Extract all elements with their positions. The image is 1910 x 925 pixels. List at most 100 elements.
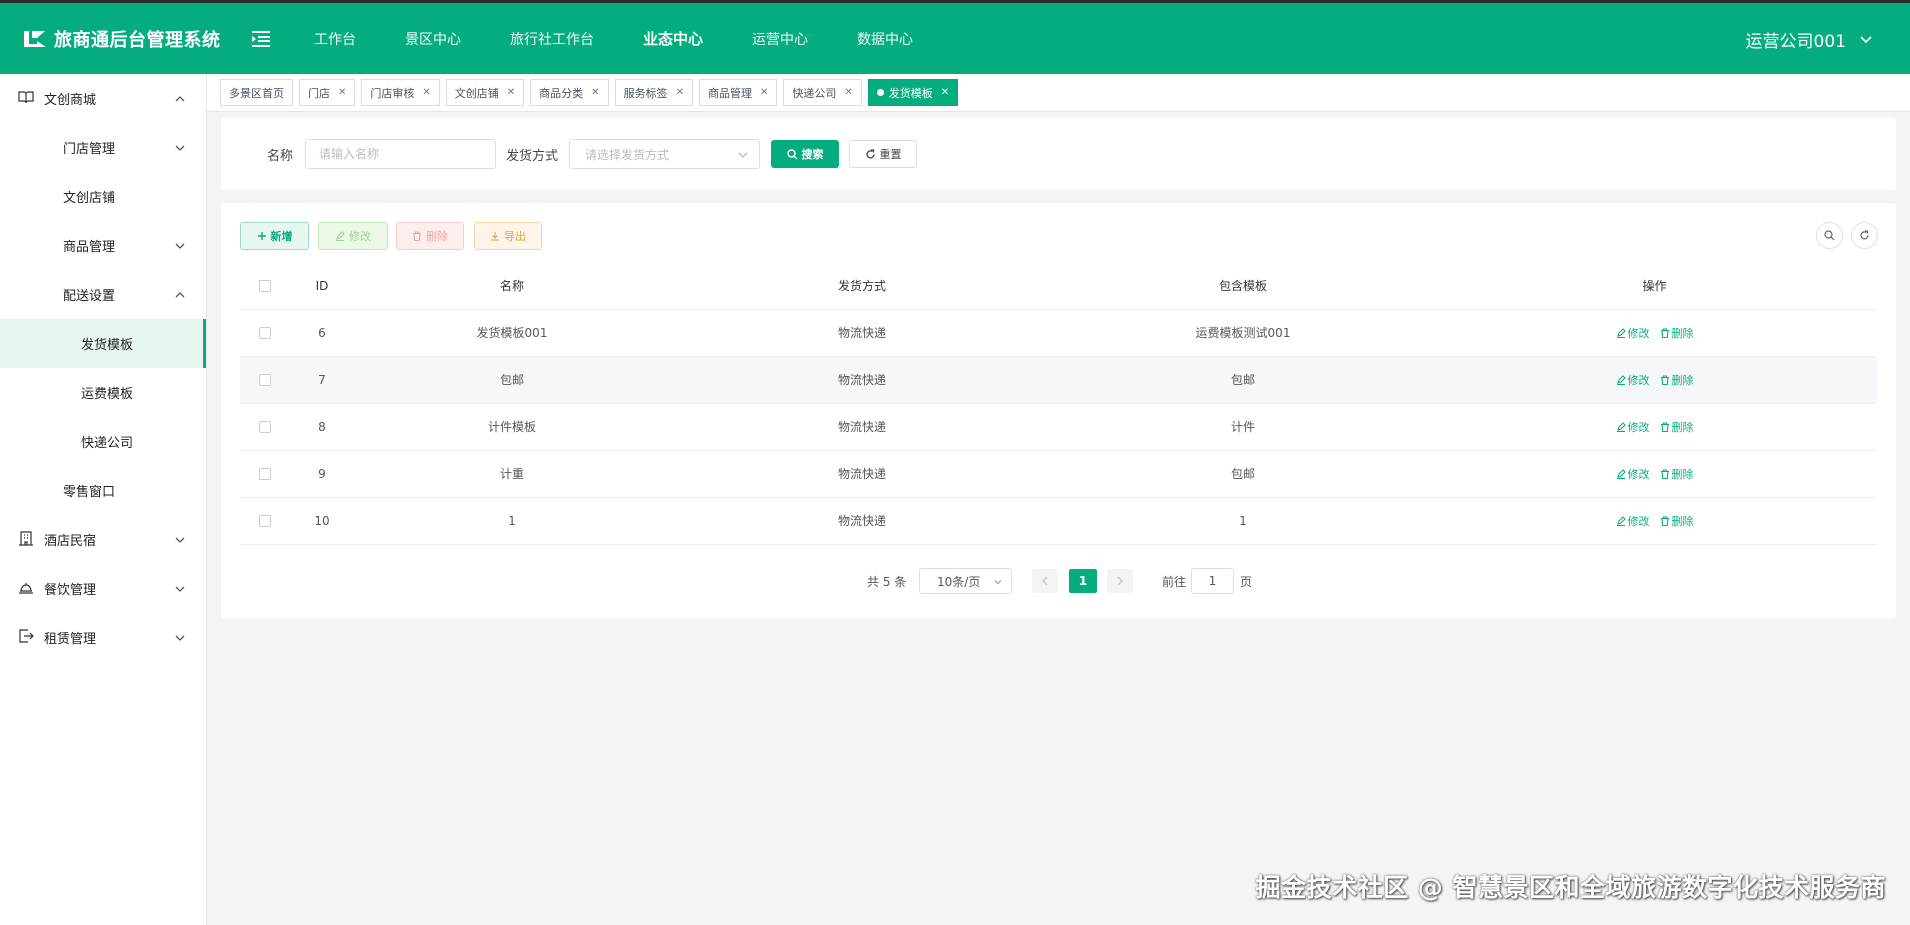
close-icon[interactable]: ✕ <box>507 87 515 98</box>
method-select-placeholder: 请选择发货方式 <box>585 147 670 162</box>
edit-icon <box>1616 327 1626 338</box>
nav-operation-center[interactable]: 运营中心 <box>752 29 808 49</box>
sidebar-item-delivery-settings[interactable]: 配送设置 <box>0 270 206 319</box>
sidebar-item-wenchuang-store[interactable]: 文创店铺 <box>0 172 206 221</box>
nav-workbench[interactable]: 工作台 <box>314 29 356 49</box>
tab-goods-mgmt[interactable]: 商品管理 ✕ <box>698 79 778 106</box>
nav-scenic-center[interactable]: 景区中心 <box>405 29 461 49</box>
user-menu[interactable]: 运营公司001 <box>1746 27 1872 52</box>
nav-data-center[interactable]: 数据中心 <box>857 29 913 49</box>
sidebar-item-wenchuang[interactable]: 文创商城 <box>0 74 206 123</box>
row-delete-link[interactable]: 删除 <box>1660 372 1694 388</box>
row-delete-link[interactable]: 删除 <box>1660 325 1694 341</box>
select-all-checkbox[interactable] <box>259 280 271 293</box>
cell-method: 物流快递 <box>670 497 1054 545</box>
method-select[interactable]: 请选择发货方式 <box>569 139 760 169</box>
download-icon <box>491 232 499 241</box>
refresh-table-button[interactable] <box>1851 222 1878 249</box>
prev-page-button[interactable] <box>1032 569 1058 593</box>
toggle-search-button[interactable] <box>1816 222 1843 249</box>
row-delete-link[interactable]: 删除 <box>1660 466 1694 482</box>
trash-icon <box>1660 327 1669 338</box>
row-delete-label: 删除 <box>1671 373 1694 387</box>
sidebar-item-courier[interactable]: 快递公司 <box>0 417 206 466</box>
sidebar-item-rental[interactable]: 租赁管理 <box>0 613 206 662</box>
sidebar-item-label: 门店管理 <box>63 142 116 157</box>
search-button[interactable]: 搜索 <box>771 140 839 168</box>
row-delete-link[interactable]: 删除 <box>1660 419 1694 435</box>
trash-icon <box>1660 515 1669 526</box>
close-icon[interactable]: ✕ <box>422 87 430 98</box>
tab-wenchuang-store[interactable]: 文创店铺 ✕ <box>445 79 525 106</box>
close-icon[interactable]: ✕ <box>676 87 684 98</box>
tab-courier[interactable]: 快递公司 ✕ <box>783 79 862 106</box>
tab-store-review[interactable]: 门店审核 ✕ <box>361 79 440 106</box>
reset-button[interactable]: 重置 <box>849 140 917 168</box>
page-size-select[interactable]: 10条/页 <box>919 568 1012 594</box>
cell-name: 1 <box>354 497 670 545</box>
tab-shipping-template[interactable]: 发货模板 ✕ <box>867 79 959 106</box>
row-checkbox[interactable] <box>259 374 271 386</box>
chevron-down-icon <box>1860 35 1872 43</box>
sidebar-item-catering[interactable]: 餐饮管理 <box>0 564 206 613</box>
close-icon[interactable]: ✕ <box>760 87 768 98</box>
row-delete-label: 删除 <box>1671 326 1694 340</box>
page-number-current[interactable]: 1 <box>1069 569 1097 593</box>
next-page-button[interactable] <box>1107 569 1133 593</box>
cell-id: 6 <box>290 309 354 357</box>
sidebar-item-label: 发货模板 <box>81 338 134 353</box>
row-edit-link[interactable]: 修改 <box>1616 466 1650 482</box>
nav-business-center[interactable]: 业态中心 <box>643 28 703 49</box>
tab-goods-category[interactable]: 商品分类 ✕ <box>530 79 609 106</box>
tab-home[interactable]: 多景区首页 <box>220 79 293 106</box>
tab-service-tags[interactable]: 服务标签 ✕ <box>614 79 693 106</box>
active-dot-icon <box>876 89 884 96</box>
table-row[interactable]: 8 计件模板 物流快递 计件 修改 删除 <box>240 403 1877 451</box>
row-checkbox[interactable] <box>259 327 271 339</box>
add-button[interactable]: 新增 <box>240 222 309 250</box>
name-input[interactable] <box>305 139 496 169</box>
tab-store[interactable]: 门店 ✕ <box>299 79 356 106</box>
menu-fold-icon[interactable] <box>250 29 272 49</box>
cell-template: 包邮 <box>1054 450 1432 498</box>
cell-id: 9 <box>290 450 354 498</box>
sidebar-item-store-mgmt[interactable]: 门店管理 <box>0 123 206 172</box>
cell-name: 计重 <box>354 450 670 498</box>
row-edit-link[interactable]: 修改 <box>1616 513 1650 529</box>
row-edit-link[interactable]: 修改 <box>1616 325 1650 341</box>
row-checkbox[interactable] <box>259 515 271 527</box>
building-icon <box>19 531 33 546</box>
chevron-down-icon <box>175 145 185 151</box>
sidebar-item-freight-template[interactable]: 运费模板 <box>0 368 206 417</box>
cell-template: 运费模板测试001 <box>1054 309 1432 357</box>
delete-button[interactable]: 删除 <box>396 222 464 250</box>
table-row[interactable]: 10 1 物流快递 1 修改 删除 <box>240 497 1877 545</box>
row-delete-link[interactable]: 删除 <box>1660 513 1694 529</box>
goto-page-input[interactable] <box>1191 568 1234 594</box>
sidebar-item-retail-window[interactable]: 零售窗口 <box>0 466 206 515</box>
sidebar-item-shipping-template[interactable]: 发货模板 <box>0 319 206 368</box>
table-row[interactable]: 7 包邮 物流快递 包邮 修改 删除 <box>240 356 1877 404</box>
brand[interactable]: 旅商通后台管理系统 <box>22 26 248 52</box>
sidebar-item-goods-mgmt[interactable]: 商品管理 <box>0 221 206 270</box>
tab-label: 发货模板 <box>888 86 933 100</box>
goto-label: 前往 <box>1162 575 1187 589</box>
row-checkbox[interactable] <box>259 421 271 433</box>
row-edit-link[interactable]: 修改 <box>1616 372 1650 388</box>
table-row[interactable]: 9 计重 物流快递 包邮 修改 删除 <box>240 450 1877 498</box>
close-icon[interactable]: ✕ <box>338 87 346 98</box>
export-button[interactable]: 导出 <box>474 222 542 250</box>
close-icon[interactable]: ✕ <box>941 87 949 98</box>
close-icon[interactable]: ✕ <box>591 87 599 98</box>
close-icon[interactable]: ✕ <box>844 87 852 98</box>
row-delete-label: 删除 <box>1671 514 1694 528</box>
table-row[interactable]: 6 发货模板001 物流快递 运费模板测试001 修改 删除 <box>240 309 1877 357</box>
user-name: 运营公司001 <box>1745 32 1846 52</box>
edit-button[interactable]: 修改 <box>318 222 388 250</box>
method-label: 发货方式 <box>506 149 559 164</box>
sidebar-item-hotel[interactable]: 酒店民宿 <box>0 515 206 564</box>
row-checkbox[interactable] <box>259 468 271 480</box>
row-edit-link[interactable]: 修改 <box>1616 419 1650 435</box>
cell-id: 8 <box>290 403 354 451</box>
nav-travel-agency[interactable]: 旅行社工作台 <box>510 29 594 49</box>
